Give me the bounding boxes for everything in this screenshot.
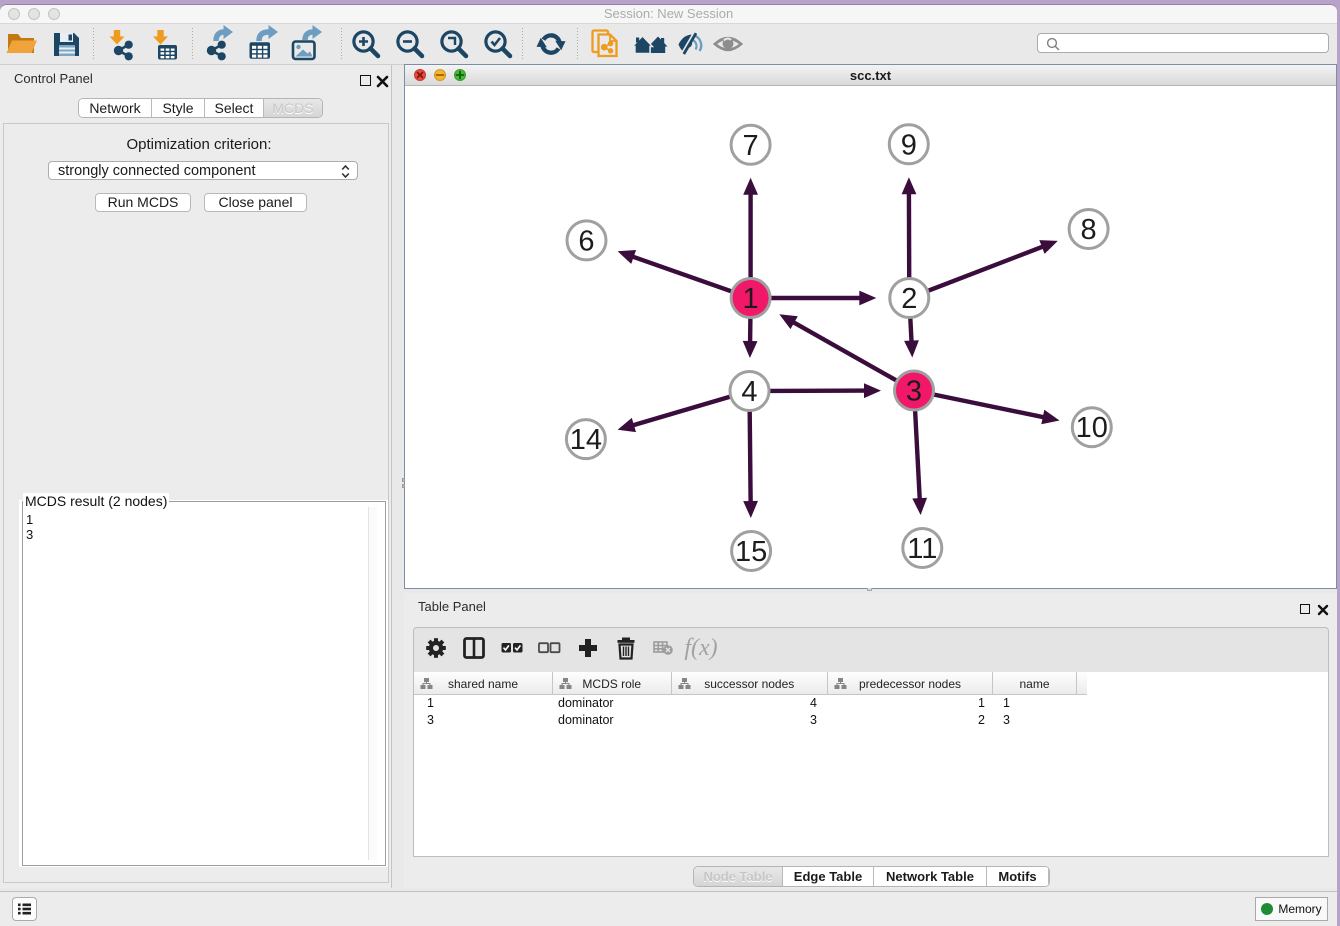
svg-text:8: 8 bbox=[1081, 214, 1097, 246]
svg-text:10: 10 bbox=[1076, 412, 1108, 444]
svg-text:11: 11 bbox=[907, 533, 937, 565]
svg-text:4: 4 bbox=[741, 376, 757, 408]
svg-text:15: 15 bbox=[735, 536, 767, 568]
svg-text:9: 9 bbox=[901, 129, 917, 161]
svg-text:7: 7 bbox=[743, 130, 759, 162]
svg-text:2: 2 bbox=[901, 283, 917, 315]
svg-text:1: 1 bbox=[743, 283, 759, 315]
svg-text:6: 6 bbox=[578, 225, 594, 257]
svg-text:f(x): f(x) bbox=[684, 635, 717, 661]
svg-text:14: 14 bbox=[570, 424, 602, 456]
svg-text:3: 3 bbox=[906, 376, 922, 408]
